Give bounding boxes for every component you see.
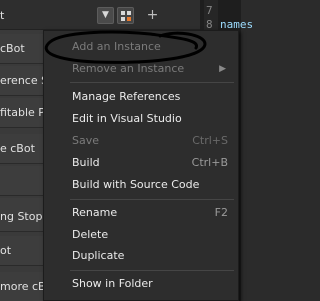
menu-separator (70, 199, 234, 200)
menu-item-build-source[interactable]: Build with Source Code (44, 174, 238, 196)
chevron-right-icon: ▶ (219, 64, 226, 74)
menu-item-add-instance[interactable]: Add an Instance (44, 36, 238, 58)
plus-icon[interactable]: + (144, 7, 161, 24)
toolbar: t ▼ + (0, 0, 200, 30)
list-item-label: more cB (0, 280, 46, 293)
shortcut-build: Ctrl+B (191, 156, 228, 169)
instances-icon-part (121, 17, 125, 21)
plus-glyph: + (146, 7, 159, 23)
instances-icon-part (127, 11, 131, 15)
menu-separator (70, 270, 234, 271)
menu-item-label: Remove an Instance (72, 62, 185, 75)
menu-separator (70, 82, 234, 83)
chevron-down-icon[interactable]: ▼ (97, 7, 114, 24)
list-item-label: cBot (0, 42, 25, 55)
menu-item-label: Duplicate (72, 249, 125, 262)
menu-item-build[interactable]: Build Ctrl+B (44, 152, 238, 174)
toolbar-label: t (0, 9, 5, 22)
shortcut-save: Ctrl+S (192, 134, 228, 147)
menu-item-edit-visual-studio[interactable]: Edit in Visual Studio (44, 108, 238, 130)
menu-item-label: Build with Source Code (72, 178, 200, 191)
menu-item-show-in-folder[interactable]: Show in Folder (44, 273, 238, 295)
menu-item-label: Build (72, 156, 100, 169)
menu-item-rename[interactable]: Rename F2 (44, 202, 238, 224)
menu-item-label: Show in Folder (72, 277, 153, 290)
line-number: 7 (206, 4, 213, 17)
menu-item-label: Delete (72, 228, 109, 241)
menu-item-remove-instance[interactable]: Remove an Instance ▶ (44, 58, 238, 80)
menu-item-delete[interactable]: Delete (44, 224, 238, 246)
context-menu: Add an Instance Remove an Instance ▶ Man… (43, 30, 239, 301)
menu-item-manage-references[interactable]: Manage References (44, 86, 238, 108)
menu-item-label: Edit in Visual Studio (72, 112, 182, 125)
menu-item-label: Add an Instance (72, 40, 161, 53)
shortcut-rename: F2 (214, 206, 228, 219)
instances-icon-part (121, 11, 125, 15)
list-item-label: e cBot (0, 142, 35, 155)
instances-icon[interactable] (117, 7, 134, 24)
chevron-down-glyph: ▼ (102, 10, 109, 20)
menu-item-label: Rename (72, 206, 118, 219)
menu-item-save[interactable]: Save Ctrl+S (44, 130, 238, 152)
menu-item-label: Save (72, 134, 100, 147)
list-item-label: erence S (0, 74, 49, 87)
list-item-label: ng Stop (0, 210, 43, 223)
menu-item-label: Manage References (72, 90, 181, 103)
list-item-label: ot (0, 244, 12, 257)
instances-icon-accent (127, 17, 131, 21)
menu-item-duplicate[interactable]: Duplicate (44, 245, 238, 267)
